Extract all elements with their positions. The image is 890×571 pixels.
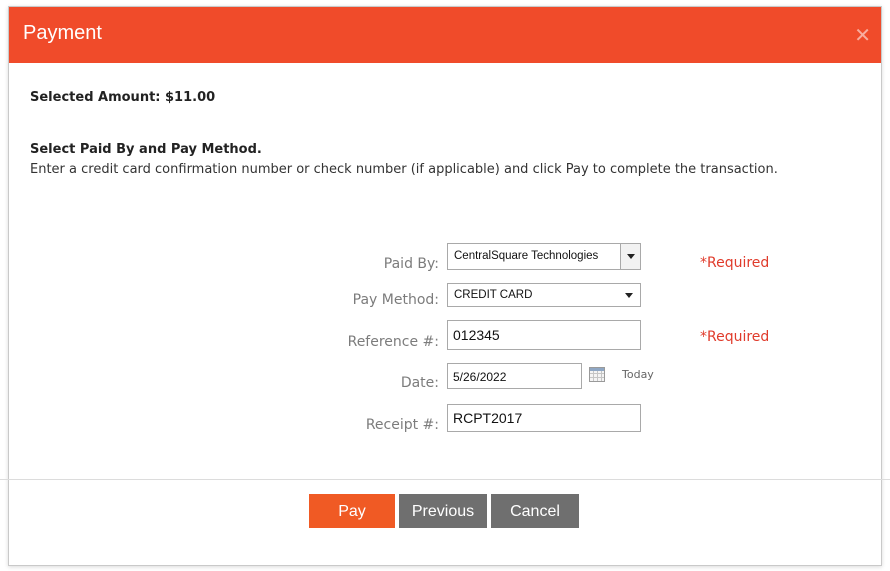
- chevron-down-icon: [625, 293, 633, 298]
- close-icon[interactable]: ✕: [854, 25, 871, 45]
- pay-button[interactable]: Pay: [309, 494, 395, 528]
- receipt-input[interactable]: RCPT2017: [447, 404, 641, 432]
- cancel-button[interactable]: Cancel: [491, 494, 579, 528]
- pay-method-select[interactable]: CREDIT CARD: [447, 283, 641, 307]
- footer-divider: [0, 479, 890, 480]
- paid-by-select[interactable]: CentralSquare Technologies: [447, 243, 641, 270]
- receipt-value: RCPT2017: [453, 410, 523, 426]
- paid-by-dropdown-button[interactable]: [620, 244, 640, 269]
- selected-amount: Selected Amount: $11.00: [30, 90, 216, 105]
- date-value: 5/26/2022: [453, 370, 507, 384]
- reference-input[interactable]: 012345: [447, 320, 641, 350]
- previous-button[interactable]: Previous: [399, 494, 487, 528]
- reference-value: 012345: [453, 327, 500, 343]
- calendar-icon[interactable]: [589, 367, 605, 382]
- chevron-down-icon: [627, 254, 635, 259]
- receipt-label: Receipt #:: [365, 417, 439, 433]
- instructions-text: Enter a credit card confirmation number …: [30, 162, 778, 177]
- pay-method-label: Pay Method:: [352, 292, 439, 308]
- date-label: Date:: [400, 375, 439, 391]
- pay-method-value: CREDIT CARD: [454, 289, 533, 301]
- paid-by-required: *Required: [700, 255, 770, 271]
- date-input[interactable]: 5/26/2022: [447, 363, 582, 389]
- today-link[interactable]: Today: [622, 368, 654, 381]
- reference-label: Reference #:: [347, 334, 439, 350]
- reference-required: *Required: [700, 329, 770, 345]
- instructions-heading: Select Paid By and Pay Method.: [30, 142, 262, 157]
- dialog-titlebar: Payment ✕: [9, 7, 881, 63]
- paid-by-label: Paid By:: [383, 256, 439, 272]
- paid-by-value: CentralSquare Technologies: [454, 250, 599, 262]
- dialog-title: Payment: [23, 22, 102, 44]
